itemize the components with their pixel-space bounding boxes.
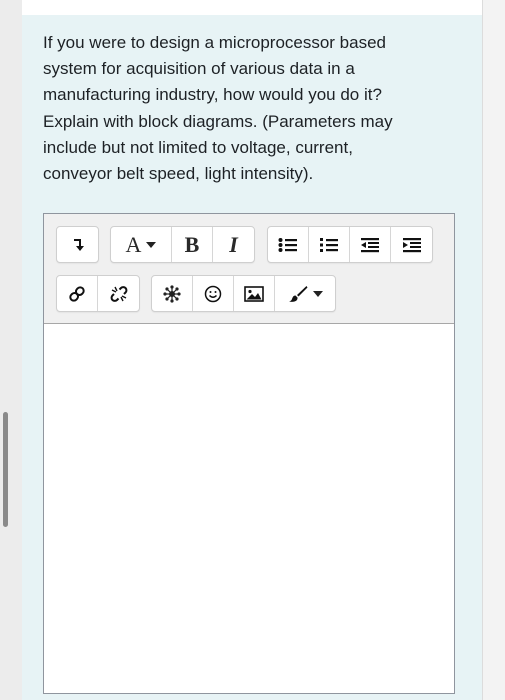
question-card-header <box>22 0 482 15</box>
bold-icon: B <box>184 231 200 257</box>
answer-text-area[interactable] <box>44 324 454 693</box>
emoji-button[interactable] <box>193 276 234 311</box>
question-text: If you were to design a microprocessor b… <box>43 30 463 187</box>
paintbrush-button[interactable] <box>275 276 335 311</box>
question-line: conveyor belt speed, light intensity). <box>43 164 314 184</box>
scrollbar-thumb[interactable] <box>3 412 8 527</box>
special-character-button[interactable] <box>152 276 193 311</box>
expand-arrow-icon <box>73 238 84 251</box>
question-line: If you were to design a microprocessor b… <box>43 33 387 52</box>
chevron-down-icon <box>146 241 157 248</box>
chevron-down-icon <box>312 290 323 297</box>
unlink-button[interactable] <box>98 276 139 311</box>
editor-toolbar: A B I <box>44 214 454 324</box>
special-character-icon <box>163 284 181 303</box>
link-icon <box>69 285 85 302</box>
page-right-gutter <box>482 0 505 700</box>
italic-icon: I <box>229 231 238 257</box>
unlink-icon <box>110 285 127 302</box>
ordered-list-button[interactable] <box>309 227 350 262</box>
ordered-list-icon <box>320 237 338 252</box>
question-line: include but not limited to voltage, curr… <box>43 137 353 157</box>
toolbar-group-insert <box>151 275 336 312</box>
image-icon <box>244 285 264 302</box>
font-color-icon: A <box>125 231 142 257</box>
font-color-button[interactable]: A <box>111 227 172 262</box>
image-button[interactable] <box>234 276 275 311</box>
outdent-button[interactable] <box>350 227 391 262</box>
outdent-icon <box>361 237 379 252</box>
italic-button[interactable]: I <box>213 227 254 262</box>
indent-icon <box>402 237 421 252</box>
toolbar-group-lists <box>267 226 433 263</box>
toolbar-group-format: A B I <box>110 226 255 263</box>
question-line: manufacturing industry, how would you do… <box>43 85 382 105</box>
unordered-list-button[interactable] <box>268 227 309 262</box>
toolbar-group-collapse <box>56 226 99 263</box>
answer-editor: A B I <box>43 213 455 694</box>
toolbar-group-links <box>56 275 140 312</box>
question-line: system for acquisition of various data i… <box>43 59 355 79</box>
indent-button[interactable] <box>391 227 432 262</box>
emoji-icon <box>204 285 222 302</box>
toolbar-toggle-button[interactable] <box>57 227 98 262</box>
paintbrush-icon <box>288 285 307 302</box>
link-button[interactable] <box>57 276 98 311</box>
question-line: Explain with block diagrams. (Parameters… <box>43 111 393 131</box>
unordered-list-icon <box>278 237 297 252</box>
bold-button[interactable]: B <box>172 227 213 262</box>
